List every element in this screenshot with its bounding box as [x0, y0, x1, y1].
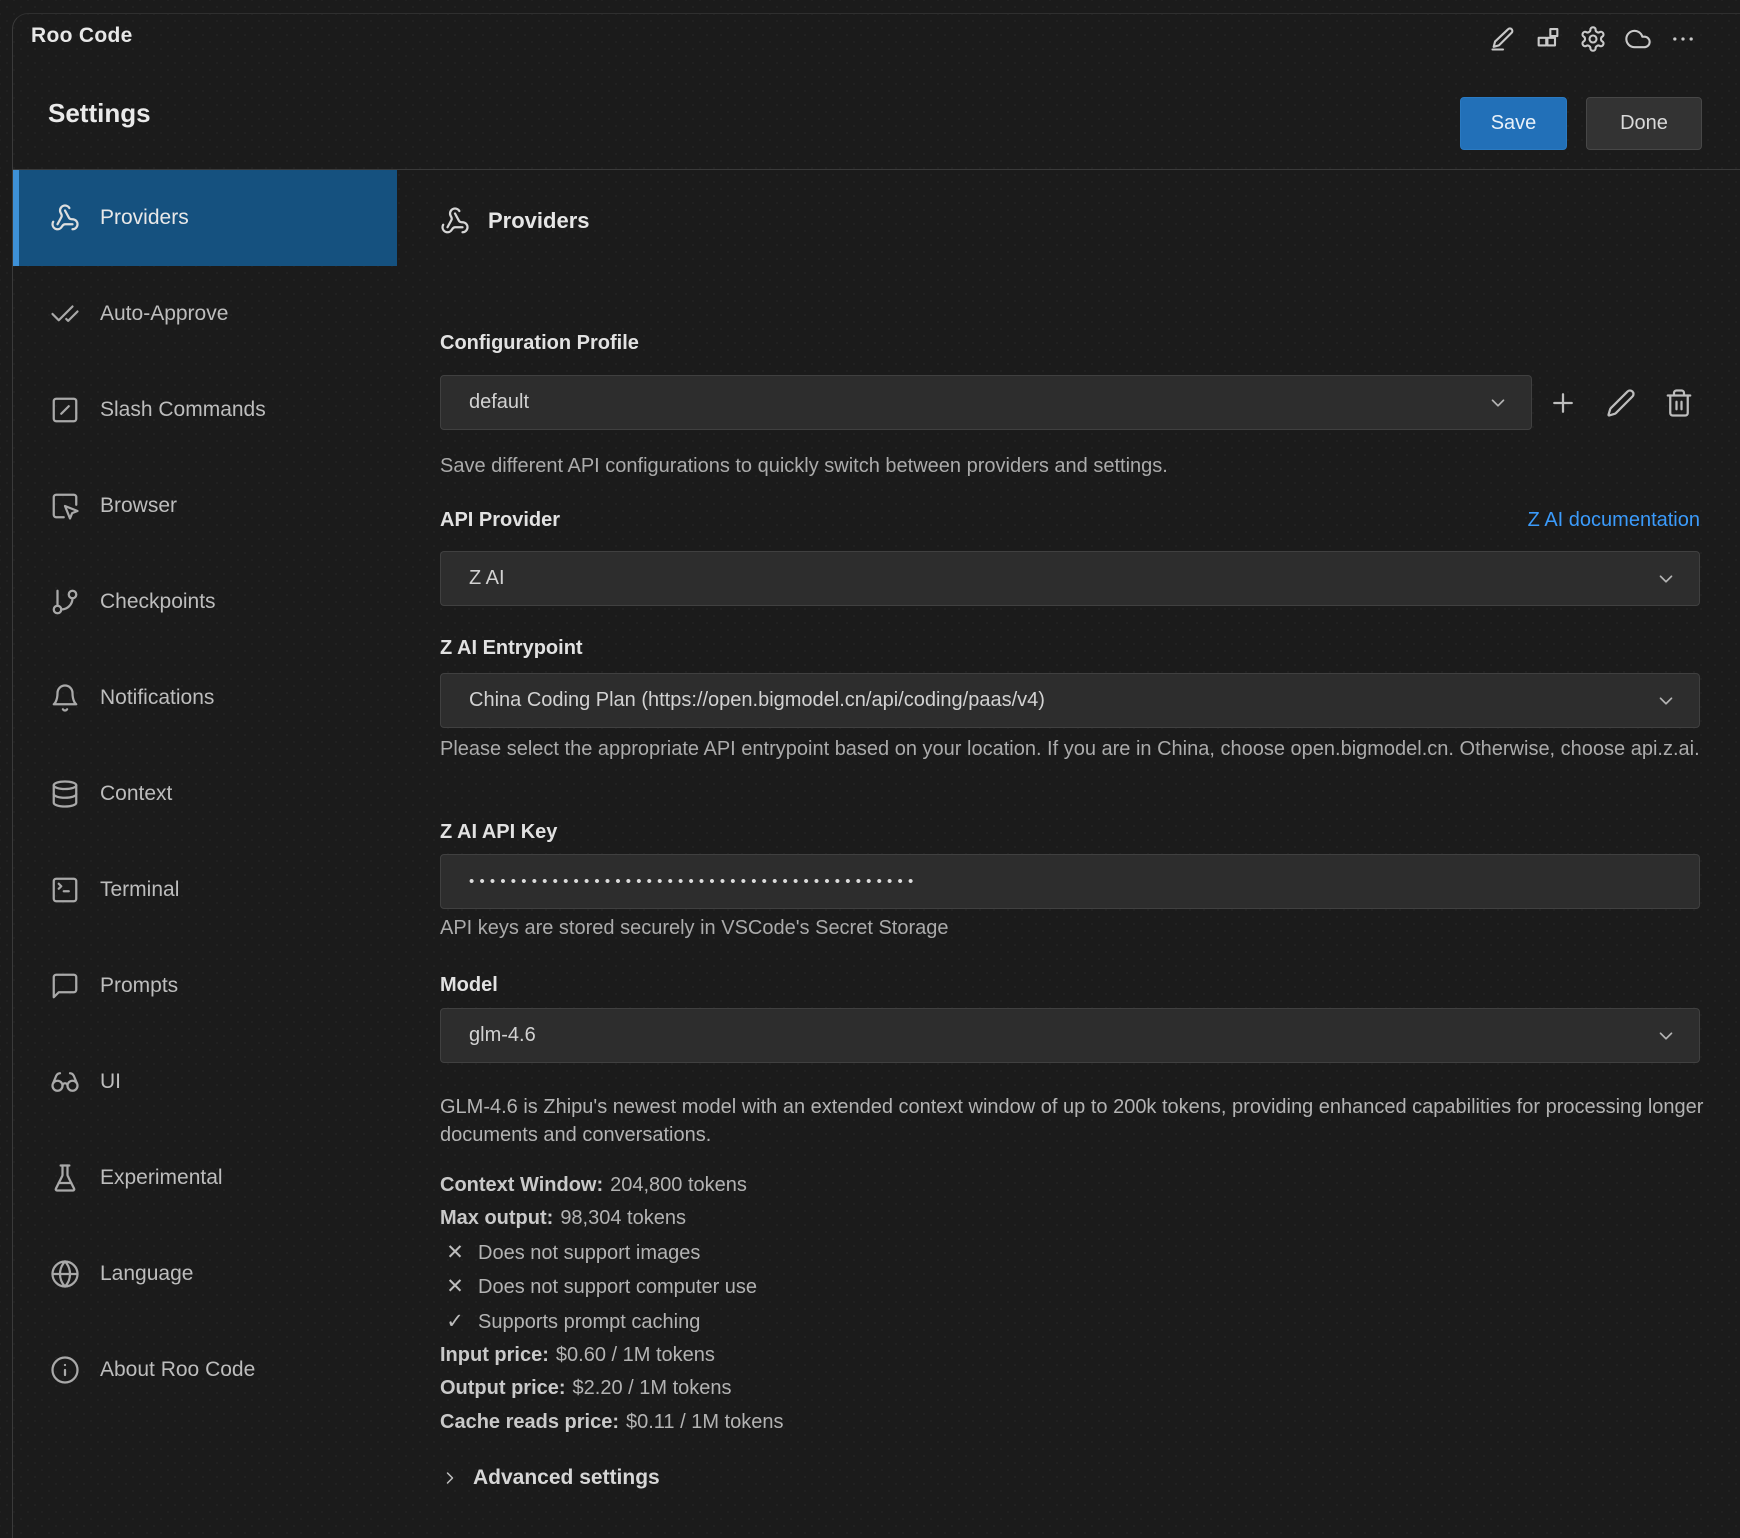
configuration-profile-value: default — [469, 391, 529, 414]
configuration-profile-label: Configuration Profile — [440, 331, 639, 355]
model-detail-row: Context Window:204,800 tokens — [440, 1169, 783, 1202]
model-label: Model — [440, 973, 498, 997]
configuration-profile-row: default — [440, 375, 1700, 430]
entrypoint-label: Z AI Entrypoint — [440, 636, 583, 660]
chevron-down-icon — [1655, 1025, 1677, 1047]
model-value: glm-4.6 — [469, 1024, 536, 1047]
trash-icon[interactable] — [1664, 388, 1694, 418]
info-icon — [50, 1355, 80, 1385]
chevron-down-icon — [1655, 568, 1677, 590]
message-square-icon — [50, 971, 80, 1001]
model-capability-row: ✕Does not support computer use — [440, 1270, 783, 1304]
globe-icon — [50, 1259, 80, 1289]
entrypoint-value: China Coding Plan (https://open.bigmodel… — [469, 689, 1045, 712]
model-detail-row: Max output:98,304 tokens — [440, 1202, 783, 1235]
chevron-down-icon — [1487, 392, 1509, 414]
header-buttons: Save Done — [1460, 97, 1702, 150]
x-icon: ✕ — [443, 1270, 467, 1303]
sidebar-item-slash-commands[interactable]: Slash Commands — [13, 362, 397, 458]
sidebar-item-label: Language — [100, 1262, 193, 1286]
sidebar-item-label: Checkpoints — [100, 590, 216, 614]
plus-icon[interactable] — [1548, 388, 1578, 418]
git-branch-icon — [50, 587, 80, 617]
api-key-input[interactable]: ••••••••••••••••••••••••••••••••••••••••… — [440, 854, 1700, 909]
square-slash-icon — [50, 395, 80, 425]
api-key-label: Z AI API Key — [440, 820, 557, 844]
api-provider-row: API Provider Z AI documentation — [440, 508, 1700, 532]
api-provider-label: API Provider — [440, 508, 560, 532]
check-check-icon — [50, 299, 80, 329]
model-description: GLM-4.6 is Zhipu's newest model with an … — [440, 1093, 1708, 1149]
sidebar: Providers Auto-Approve Slash Commands Br… — [13, 170, 397, 1418]
sidebar-item-label: UI — [100, 1070, 121, 1094]
database-icon — [50, 779, 80, 809]
sidebar-item-ui[interactable]: UI — [13, 1034, 397, 1130]
zai-documentation-link[interactable]: Z AI documentation — [1528, 509, 1700, 532]
configuration-profile-help: Save different API configurations to qui… — [440, 453, 1708, 480]
model-capability-row: ✓Supports prompt caching — [440, 1305, 783, 1339]
advanced-settings-toggle[interactable]: Advanced settings — [440, 1466, 660, 1490]
layout-icon[interactable] — [1534, 25, 1562, 53]
configuration-profile-select[interactable]: default — [440, 375, 1532, 430]
square-mouse-pointer-icon — [50, 491, 80, 521]
pencil-icon[interactable] — [1606, 388, 1636, 418]
section-heading-label: Providers — [488, 208, 590, 234]
sidebar-item-context[interactable]: Context — [13, 746, 397, 842]
model-select[interactable]: glm-4.6 — [440, 1008, 1700, 1063]
sidebar-item-label: Browser — [100, 494, 177, 518]
save-button[interactable]: Save — [1460, 97, 1567, 150]
sidebar-item-label: Context — [100, 782, 172, 806]
sidebar-item-browser[interactable]: Browser — [13, 458, 397, 554]
webhook-icon — [50, 203, 80, 233]
chevron-right-icon — [440, 1468, 460, 1488]
title-bar-actions — [1489, 25, 1697, 53]
entrypoint-select[interactable]: China Coding Plan (https://open.bigmodel… — [440, 673, 1700, 728]
app-title: Roo Code — [31, 24, 133, 48]
sidebar-item-language[interactable]: Language — [13, 1226, 397, 1322]
webhook-icon — [440, 206, 470, 236]
gear-icon[interactable] — [1579, 25, 1607, 53]
sidebar-item-label: Prompts — [100, 974, 178, 998]
model-details: Context Window:204,800 tokens Max output… — [440, 1169, 783, 1439]
sidebar-item-label: Terminal — [100, 878, 179, 902]
model-detail-row: Cache reads price:$0.11 / 1M tokens — [440, 1406, 783, 1439]
glasses-icon — [50, 1067, 80, 1097]
sidebar-item-notifications[interactable]: Notifications — [13, 650, 397, 746]
done-button[interactable]: Done — [1586, 97, 1702, 150]
page-title: Settings — [48, 98, 151, 129]
api-provider-value: Z AI — [469, 567, 505, 590]
bell-icon — [50, 683, 80, 713]
sidebar-item-label: Slash Commands — [100, 398, 266, 422]
sidebar-item-providers[interactable]: Providers — [13, 170, 397, 266]
sidebar-item-label: Auto-Approve — [100, 302, 228, 326]
cloud-icon[interactable] — [1624, 25, 1652, 53]
entrypoint-help: Please select the appropriate API entryp… — [440, 736, 1708, 763]
model-detail-row: Output price:$2.20 / 1M tokens — [440, 1372, 783, 1405]
sidebar-item-label: Experimental — [100, 1166, 223, 1190]
pencil-line-icon[interactable] — [1489, 25, 1517, 53]
terminal-icon — [50, 875, 80, 905]
api-key-help: API keys are stored securely in VSCode's… — [440, 915, 1708, 942]
section-heading: Providers — [440, 206, 590, 236]
sidebar-item-checkpoints[interactable]: Checkpoints — [13, 554, 397, 650]
sidebar-item-auto-approve[interactable]: Auto-Approve — [13, 266, 397, 362]
sidebar-item-label: Providers — [100, 206, 189, 230]
profile-actions — [1548, 388, 1694, 418]
sidebar-item-about-roo-code[interactable]: About Roo Code — [13, 1322, 397, 1418]
model-detail-row: Input price:$0.60 / 1M tokens — [440, 1339, 783, 1372]
sidebar-item-label: About Roo Code — [100, 1358, 255, 1382]
sidebar-item-prompts[interactable]: Prompts — [13, 938, 397, 1034]
model-capability-row: ✕Does not support images — [440, 1236, 783, 1270]
api-key-masked-value: ••••••••••••••••••••••••••••••••••••••••… — [469, 873, 918, 890]
api-provider-select[interactable]: Z AI — [440, 551, 1700, 606]
sidebar-item-label: Notifications — [100, 686, 214, 710]
ellipsis-icon[interactable] — [1669, 25, 1697, 53]
chevron-down-icon — [1655, 690, 1677, 712]
flask-icon — [50, 1163, 80, 1193]
sidebar-item-experimental[interactable]: Experimental — [13, 1130, 397, 1226]
x-icon: ✕ — [443, 1236, 467, 1269]
advanced-settings-label: Advanced settings — [473, 1466, 660, 1490]
sidebar-item-terminal[interactable]: Terminal — [13, 842, 397, 938]
check-icon: ✓ — [443, 1305, 467, 1338]
